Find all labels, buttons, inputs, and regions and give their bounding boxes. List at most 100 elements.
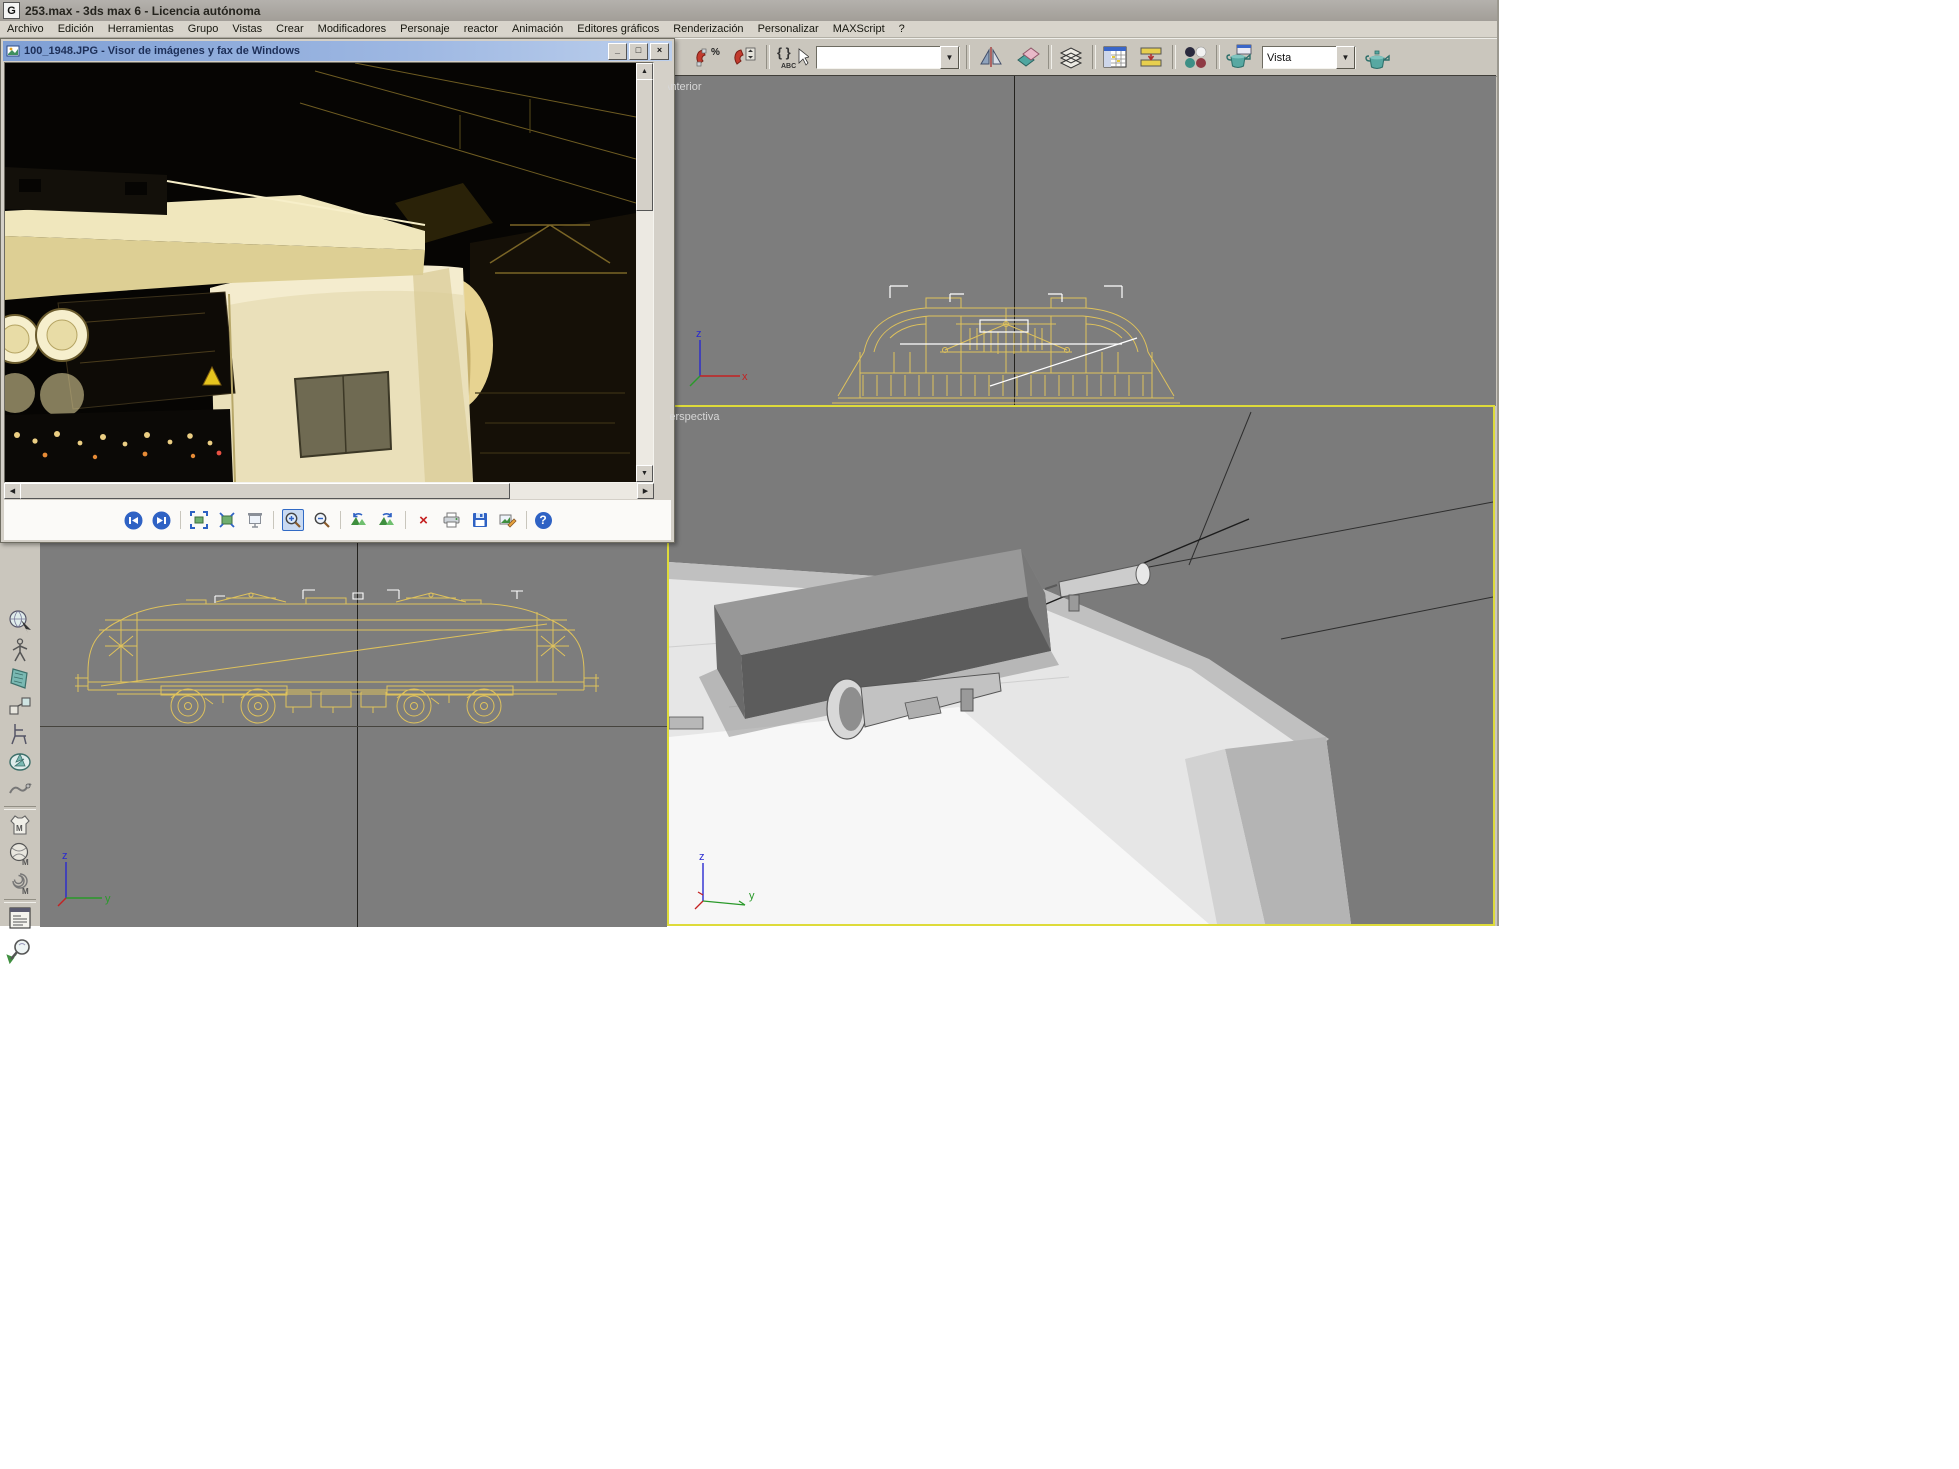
named-selection-combo[interactable]: ▼ <box>816 46 960 69</box>
scroll-up-icon[interactable]: ▲ <box>636 63 653 80</box>
rope-icon[interactable] <box>6 777 34 803</box>
sphere-pointer-icon[interactable] <box>6 608 34 634</box>
vertical-scrollbar[interactable]: ▲ ▼ <box>636 63 653 482</box>
scroll-left-icon[interactable]: ◀ <box>4 483 21 499</box>
perspective-axis-tripod: z y y <box>683 849 763 915</box>
render-scene-icon[interactable] <box>1224 43 1254 71</box>
horizontal-scrollbar[interactable]: ◀ ▶ <box>4 483 654 499</box>
material-editor-icon[interactable] <box>1180 43 1210 71</box>
viewport-front[interactable]: Anterior <box>667 75 1496 406</box>
reactor-wheel-icon[interactable] <box>6 749 34 775</box>
svg-text:y: y <box>749 890 755 902</box>
cloth-shirt-m-icon[interactable]: M <box>6 812 34 838</box>
photo-locomotive-night: LIEBHERR <box>5 63 636 482</box>
curve-editor-icon[interactable] <box>1100 43 1130 71</box>
viewport-front-label: Anterior <box>667 81 702 93</box>
zoom-out-button[interactable] <box>312 510 332 530</box>
viewer-app-icon <box>6 44 20 58</box>
menu-renderizacion[interactable]: Renderización <box>666 22 750 36</box>
save-button[interactable] <box>470 510 490 530</box>
print-button[interactable] <box>442 510 462 530</box>
viewer-toolbar-separator <box>526 511 527 529</box>
menu-help[interactable]: ? <box>892 22 912 36</box>
menu-archivo[interactable]: Archivo <box>0 22 51 36</box>
toolbar-separator <box>1172 45 1176 69</box>
menu-modificadores[interactable]: Modificadores <box>311 22 393 36</box>
menu-vistas[interactable]: Vistas <box>225 22 269 36</box>
toolbar-separator <box>966 45 970 69</box>
analyze-magnifier-icon[interactable] <box>6 937 34 963</box>
viewer-toolbar-separator <box>273 511 274 529</box>
menu-maxscript[interactable]: MAXScript <box>826 22 892 36</box>
ball-m-icon[interactable]: M <box>6 841 34 867</box>
maximize-button[interactable]: □ <box>629 43 648 60</box>
viewport-perspective-label: Perspectiva <box>667 411 719 423</box>
best-fit-button[interactable] <box>189 510 209 530</box>
zoom-in-button[interactable] <box>282 509 304 531</box>
rotate-counterclockwise-button[interactable] <box>349 510 369 530</box>
edit-button[interactable] <box>498 510 518 530</box>
svg-text:M: M <box>22 887 29 896</box>
menu-crear[interactable]: Crear <box>269 22 311 36</box>
combo-arrow-icon[interactable]: ▼ <box>940 46 959 69</box>
viewport-perspective[interactable]: Perspectiva <box>667 405 1495 926</box>
layer-manager-icon[interactable] <box>1056 43 1086 71</box>
menu-editores-graficos[interactable]: Editores gráficos <box>570 22 666 36</box>
spinner-snap-icon[interactable] <box>730 43 760 71</box>
coil-m-icon[interactable]: M <box>6 870 34 896</box>
viewer-titlebar[interactable]: 100_1948.JPG - Visor de imágenes y fax d… <box>3 41 672 61</box>
3dsmax-app-icon: G <box>3 2 20 19</box>
svg-text:z: z <box>699 851 705 863</box>
reactor-toolbar-separator <box>4 806 36 810</box>
front-axis-tripod: z x <box>682 326 752 390</box>
help-button[interactable]: ? <box>535 512 552 529</box>
close-button[interactable]: × <box>650 43 669 60</box>
percent-snap-icon[interactable]: % <box>692 43 722 71</box>
schematic-view-icon[interactable] <box>1136 43 1166 71</box>
menu-animacion[interactable]: Animación <box>505 22 570 36</box>
menu-herramientas[interactable]: Herramientas <box>101 22 181 36</box>
rotate-clockwise-button[interactable] <box>377 510 397 530</box>
biped-figure-icon[interactable] <box>6 637 34 663</box>
left-axis-tripod: z y <box>48 848 118 912</box>
menu-personalizar[interactable]: Personalizar <box>751 22 826 36</box>
3dsmax-menubar: Archivo Edición Herramientas Grupo Vista… <box>0 21 1497 38</box>
panel-icon[interactable] <box>6 665 34 691</box>
property-dialog-icon[interactable] <box>6 905 34 931</box>
render-type-combo[interactable]: Vista ▼ <box>1262 46 1356 69</box>
scroll-down-icon[interactable]: ▼ <box>636 465 653 482</box>
mirror-icon[interactable] <box>976 43 1006 71</box>
svg-text:{ }: { } <box>777 45 791 60</box>
scroll-right-icon[interactable]: ▶ <box>637 483 654 499</box>
3dsmax-titlebar[interactable]: G 253.max - 3ds max 6 - Licencia autónom… <box>0 0 1497 21</box>
previous-image-button[interactable] <box>124 510 144 530</box>
viewer-image-area: LIEBHERR <box>4 62 654 483</box>
svg-text:M: M <box>22 858 29 867</box>
screen: G 253.max - 3ds max 6 - Licencia autónom… <box>0 0 1959 1469</box>
side-wireframe-locomotive <box>75 586 599 736</box>
vertical-scroll-thumb[interactable] <box>636 79 653 211</box>
minimize-button[interactable]: _ <box>608 43 627 60</box>
linked-boxes-icon[interactable] <box>6 693 34 719</box>
svg-text:z: z <box>62 850 68 862</box>
viewer-toolbar-separator <box>180 511 181 529</box>
combo-arrow-icon[interactable]: ▼ <box>1336 46 1355 69</box>
menu-reactor[interactable]: reactor <box>457 22 505 36</box>
next-image-button[interactable] <box>152 510 172 530</box>
horizontal-scroll-thumb[interactable] <box>20 483 510 499</box>
edit-named-selections-icon[interactable]: { }ABC <box>774 43 810 71</box>
align-icon[interactable] <box>1012 43 1042 71</box>
delete-button[interactable]: × <box>414 510 434 530</box>
viewer-toolbar-separator <box>405 511 406 529</box>
menu-edicion[interactable]: Edición <box>51 22 101 36</box>
actual-size-button[interactable] <box>217 510 237 530</box>
toolbar-separator <box>766 45 770 69</box>
chair-icon[interactable] <box>6 721 34 747</box>
render-type-value: Vista <box>1263 52 1336 64</box>
toolbar-separator <box>1092 45 1096 69</box>
slideshow-button[interactable] <box>245 510 265 530</box>
menu-grupo[interactable]: Grupo <box>181 22 226 36</box>
toolbar-separator <box>1216 45 1220 69</box>
quick-render-icon[interactable] <box>1362 43 1392 71</box>
menu-personaje[interactable]: Personaje <box>393 22 457 36</box>
